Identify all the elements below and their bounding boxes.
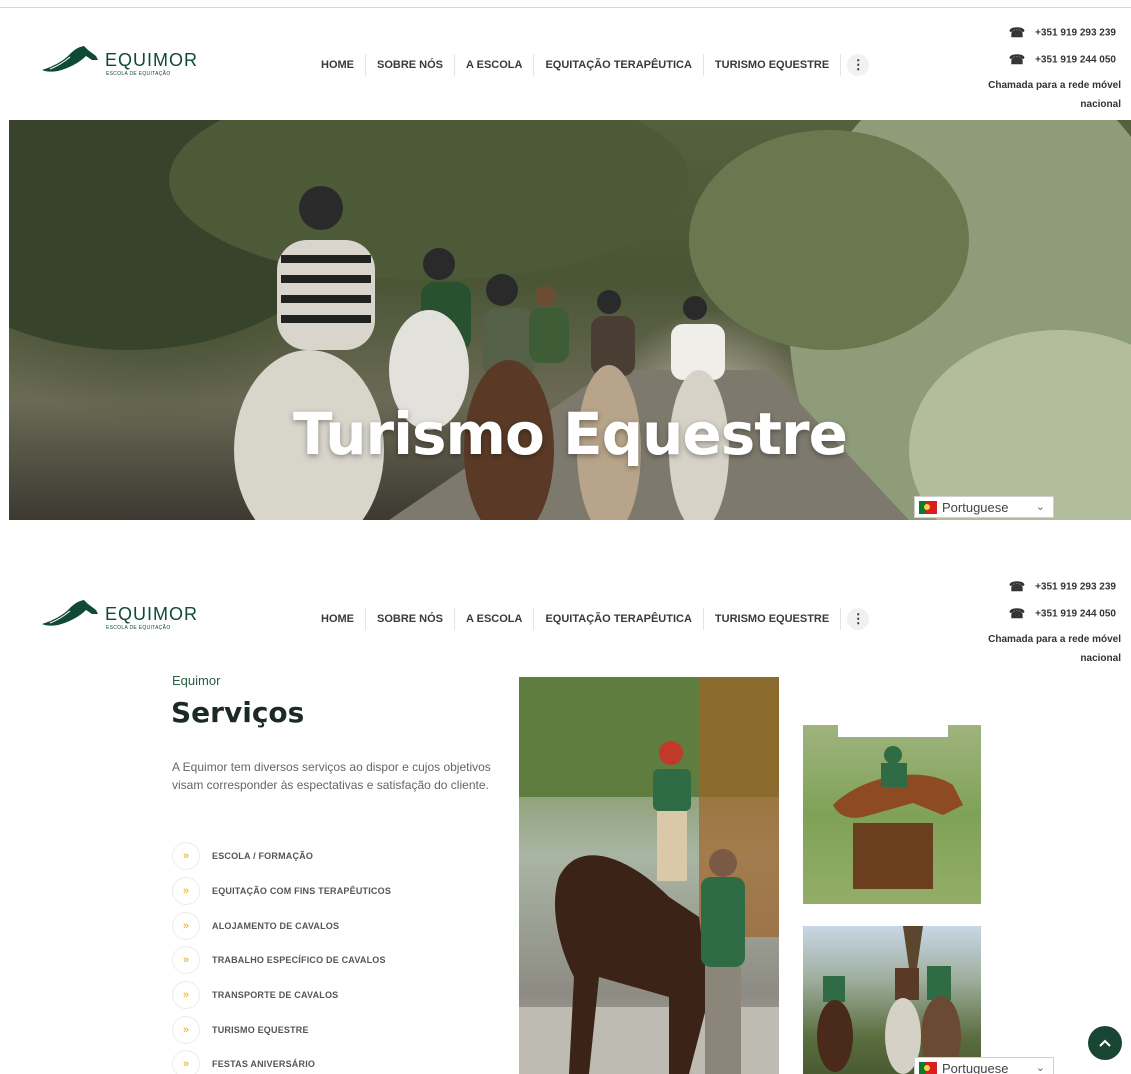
chevron-double-right-icon: » — [172, 1050, 200, 1074]
main-nav: HOME SOBRE NÓS A ESCOLA EQUITAÇÃO TERAPÊ… — [310, 608, 870, 630]
phone-number: +351 919 293 239 — [1035, 27, 1116, 39]
logo-tagline: ESCOLA DE EQUITAÇÃO — [106, 71, 171, 77]
hero-title: Turismo Equestre — [293, 400, 848, 468]
hero-banner: Turismo Equestre — [9, 120, 1131, 520]
chevron-double-right-icon: » — [172, 946, 200, 975]
main-nav: HOME SOBRE NÓS A ESCOLA EQUITAÇÃO TERAPÊ… — [310, 54, 870, 76]
nav-item-equitacao-terapeutica[interactable]: EQUITAÇÃO TERAPÊUTICA — [534, 608, 704, 630]
section-title: Serviços — [171, 696, 305, 729]
chevron-up-icon — [1099, 1039, 1111, 1047]
language-label: Portuguese — [942, 499, 1009, 515]
phone-icon: ☎ — [1008, 25, 1026, 40]
service-label: TRABALHO ESPECÍFICO DE CAVALOS — [212, 955, 386, 966]
phone-number: +351 919 293 239 — [1035, 581, 1116, 593]
service-label: TURISMO EQUESTRE — [212, 1024, 309, 1035]
portugal-flag-icon — [919, 500, 937, 514]
logo[interactable]: EQUIMOR ESCOLA DE EQUITAÇÃO — [40, 598, 210, 638]
phone-number: +351 919 244 050 — [1035, 54, 1116, 66]
horse-logo-icon — [42, 600, 98, 626]
phone-line[interactable]: ☎ +351 919 293 239 — [981, 576, 1121, 603]
site-header: EQUIMOR ESCOLA DE EQUITAÇÃO HOME SOBRE N… — [0, 10, 1131, 120]
phone-icon: ☎ — [1008, 606, 1026, 621]
logo[interactable]: EQUIMOR ESCOLA DE EQUITAÇÃO — [40, 44, 210, 84]
contact-info: ☎ +351 919 293 239 ☎ +351 919 244 050 Cham… — [981, 22, 1121, 114]
top-divider — [0, 7, 1131, 8]
nav-item-sobre-nos[interactable]: SOBRE NÓS — [366, 608, 456, 630]
phone-icon: ☎ — [1008, 579, 1026, 594]
nav-item-home[interactable]: HOME — [310, 608, 366, 630]
nav-item-turismo-equestre[interactable]: TURISMO EQUESTRE — [704, 54, 842, 76]
list-item: » ESCOLA / FORMAÇÃO — [172, 839, 391, 874]
chevron-double-right-icon: » — [172, 842, 200, 871]
service-label: ALOJAMENTO DE CAVALOS — [212, 920, 340, 931]
language-selector[interactable]: Portuguese ⌄ — [914, 496, 1054, 518]
list-item: » TRANSPORTE DE CAVALOS — [172, 978, 391, 1013]
list-item: » EQUITAÇÃO COM FINS TERAPÊUTICOS — [172, 874, 391, 909]
chevron-double-right-icon: » — [172, 981, 200, 1010]
services-photo-trail — [803, 926, 981, 1074]
photo-image — [833, 725, 963, 889]
service-label: ESCOLA / FORMAÇÃO — [212, 851, 314, 862]
list-item: » ALOJAMENTO DE CAVALOS — [172, 908, 391, 943]
nav-item-equitacao-terapeutica[interactable]: EQUITAÇÃO TERAPÊUTICA — [534, 54, 704, 76]
chevron-down-icon: ⌄ — [1035, 1062, 1045, 1074]
nav-item-a-escola[interactable]: A ESCOLA — [455, 54, 535, 76]
contact-info: ☎ +351 919 293 239 ☎ +351 919 244 050 Cham… — [981, 576, 1121, 668]
sticky-header: EQUIMOR ESCOLA DE EQUITAÇÃO HOME SOBRE N… — [0, 564, 1131, 674]
photo-image — [817, 926, 961, 1074]
section-description: A Equimor tem diversos serviços ao dispo… — [172, 760, 491, 792]
logo-name: EQUIMOR — [105, 604, 199, 624]
logo-tagline: ESCOLA DE EQUITAÇÃO — [106, 625, 171, 631]
nav-item-a-escola[interactable]: A ESCOLA — [455, 608, 535, 630]
call-note: Chamada para a rede móvel nacional — [988, 634, 1121, 664]
services-photo-vaulting — [519, 677, 779, 1074]
services-photo-jumping — [803, 725, 981, 904]
photo-image — [519, 677, 779, 1074]
horse-logo-icon — [42, 46, 98, 72]
chevron-down-icon: ⌄ — [1035, 501, 1045, 513]
services-list: » ESCOLA / FORMAÇÃO » EQUITAÇÃO COM FINS T… — [172, 839, 391, 1074]
service-label: EQUITAÇÃO COM FINS TERAPÊUTICOS — [212, 886, 392, 897]
list-item: » TURISMO EQUESTRE — [172, 1012, 391, 1047]
service-label: FESTAS ANIVERSÁRIO — [212, 1059, 316, 1070]
phone-line[interactable]: ☎ +351 919 244 050 — [981, 603, 1121, 630]
portugal-flag-icon — [919, 1061, 937, 1074]
nav-item-home[interactable]: HOME — [310, 54, 366, 76]
phone-line[interactable]: ☎ +351 919 244 050 — [981, 49, 1121, 76]
back-to-top-button[interactable] — [1088, 1026, 1122, 1060]
nav-item-sobre-nos[interactable]: SOBRE NÓS — [366, 54, 456, 76]
chevron-double-right-icon: » — [172, 1015, 200, 1044]
nav-item-turismo-equestre[interactable]: TURISMO EQUESTRE — [704, 608, 842, 630]
phone-line[interactable]: ☎ +351 919 293 239 — [981, 22, 1121, 49]
logo-name: EQUIMOR — [105, 50, 199, 70]
language-selector[interactable]: Portuguese ⌄ — [914, 1057, 1054, 1074]
more-menu-icon[interactable]: ⋮ — [847, 54, 870, 76]
chevron-double-right-icon: » — [172, 877, 200, 906]
chevron-double-right-icon: » — [172, 911, 200, 940]
call-note: Chamada para a rede móvel nacional — [988, 80, 1121, 110]
service-label: TRANSPORTE DE CAVALOS — [212, 990, 339, 1001]
language-label: Portuguese — [942, 1060, 1009, 1074]
list-item: » FESTAS ANIVERSÁRIO — [172, 1047, 391, 1074]
phone-icon: ☎ — [1008, 52, 1026, 67]
phone-number: +351 919 244 050 — [1035, 608, 1116, 620]
section-kicker: Equimor — [172, 673, 221, 688]
more-menu-icon[interactable]: ⋮ — [847, 608, 870, 630]
list-item: » TRABALHO ESPECÍFICO DE CAVALOS — [172, 943, 391, 978]
